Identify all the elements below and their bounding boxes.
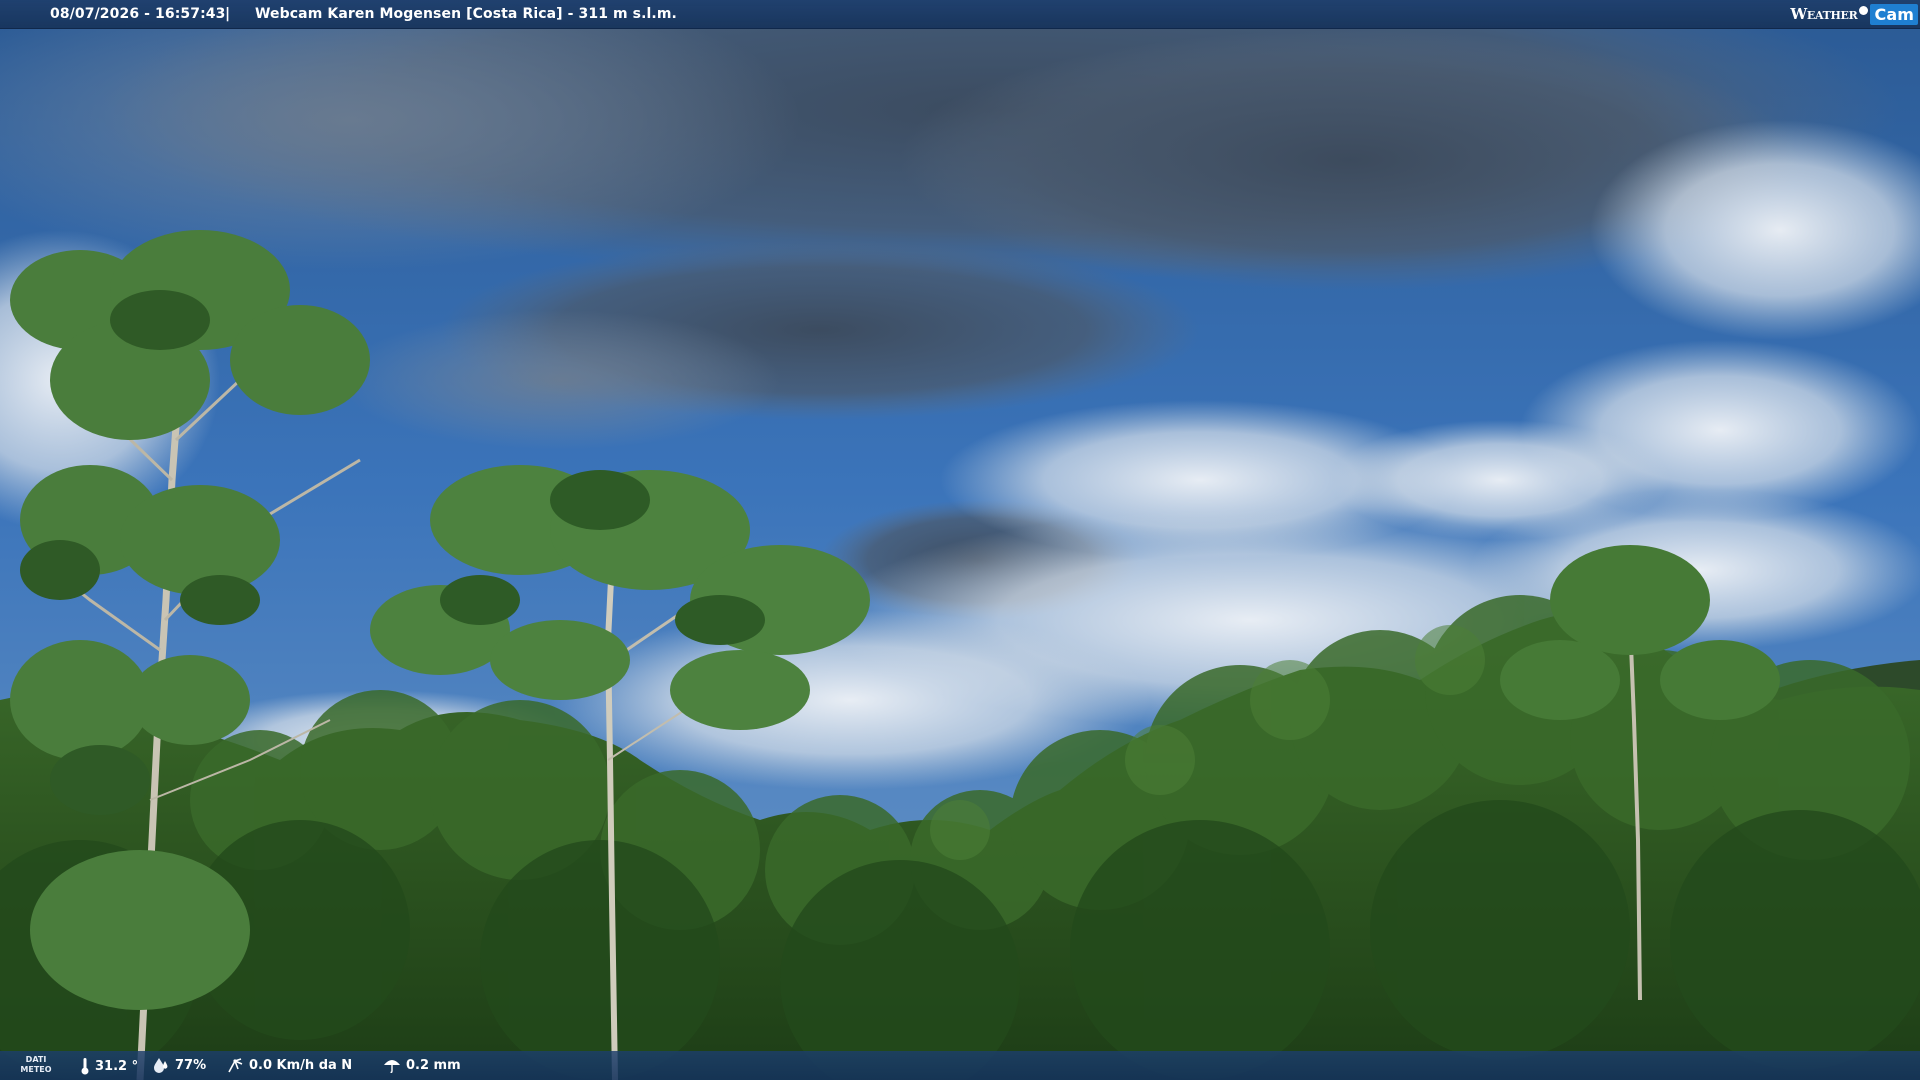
dati-meteo-label: DATI METEO xyxy=(20,1055,52,1074)
timestamp: 08/07/2026 - 16:57:43 xyxy=(50,6,226,22)
thermometer-icon xyxy=(81,1058,89,1075)
title-separator: | xyxy=(225,6,231,22)
wind-value: 0.0 Km/h da N xyxy=(249,1057,353,1073)
rain-umbrella-icon xyxy=(384,1060,400,1073)
wind-icon xyxy=(228,1058,243,1073)
logo-dot-icon xyxy=(1859,5,1869,15)
rain-value: 0.2 mm xyxy=(406,1057,461,1073)
temperature-readout: 31.2 ° xyxy=(80,1057,138,1075)
temperature-value: 31.2 ° xyxy=(95,1058,139,1074)
webcam-frame: 08/07/2026 - 16:57:43 | Webcam Karen Mog… xyxy=(0,0,1920,1080)
weathercam-logo[interactable]: Weather Cam xyxy=(1790,2,1918,26)
logo-weather-text: Weather xyxy=(1790,5,1858,23)
humidity-readout: 77% xyxy=(152,1057,206,1073)
webcam-title: Webcam Karen Mogensen [Costa Rica] - 311… xyxy=(255,6,677,22)
weather-data-bar: DATI METEO 31.2 ° 77% 0.0 Km/h da N 0.2 … xyxy=(0,1051,1920,1080)
top-info-bar: 08/07/2026 - 16:57:43 | Webcam Karen Mog… xyxy=(0,0,1920,29)
rain-readout: 0.2 mm xyxy=(383,1057,461,1073)
logo-cam-text: Cam xyxy=(1870,3,1918,25)
humidity-value: 77% xyxy=(175,1057,207,1073)
humidity-drop-icon xyxy=(154,1058,168,1073)
wind-readout: 0.0 Km/h da N xyxy=(226,1057,352,1073)
webcam-image xyxy=(0,0,1920,1080)
